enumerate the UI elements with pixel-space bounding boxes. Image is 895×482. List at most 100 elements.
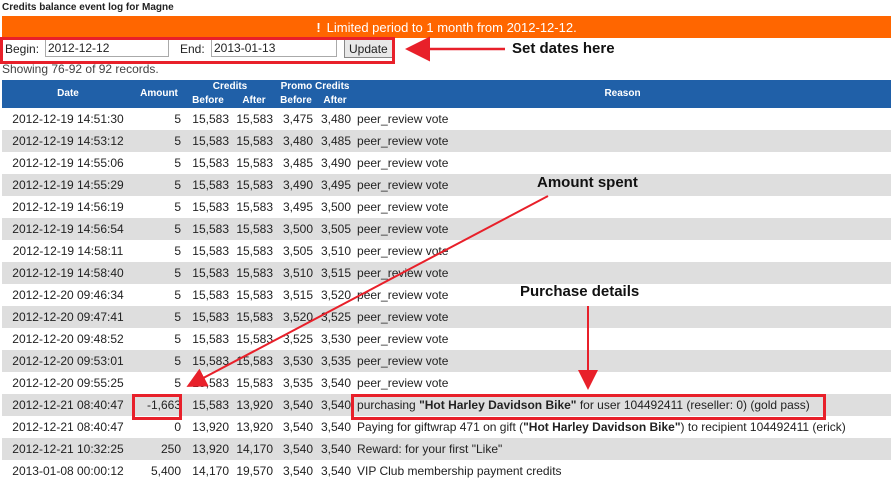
table-row: 2012-12-19 14:56:19 5 15,583 15,583 3,495 3,5…: [2, 196, 891, 218]
cell-credits-before: 15,583: [184, 174, 232, 196]
cell-promo-before: 3,480: [276, 130, 317, 152]
cell-credits-after: 15,583: [236, 244, 274, 258]
cell-amount: 5: [174, 288, 181, 302]
purchase-details-callout: Purchase details: [520, 283, 640, 300]
cell-credits-after: 14,170: [232, 438, 277, 460]
cell-credits-after: 15,583: [236, 332, 274, 346]
date-filter-highlight: [0, 37, 395, 64]
set-dates-callout: Set dates here: [512, 40, 615, 57]
cell-promo-after: 3,500: [320, 200, 352, 214]
cell-credits-before: 13,920: [184, 438, 232, 460]
item-name: "Hot Harley Davidson Bike": [523, 420, 681, 434]
table-row: 2012-12-19 14:55:29 5 15,583 15,583 3,490 3,4…: [2, 174, 892, 196]
cell-credits-after: 15,583: [232, 350, 277, 372]
cell-credits-before: 15,583: [192, 156, 229, 170]
cell-credits-after: 13,920: [232, 394, 277, 416]
cell-amount: 5: [174, 376, 181, 390]
cell-promo-before: 3,495: [282, 200, 314, 214]
cell-amount: 5: [134, 350, 184, 372]
table-row: 2012-12-20 09:47:41 5 15,583 15,583 3,520 3,5…: [2, 306, 892, 328]
cell-credits-after: 15,583: [236, 376, 274, 390]
cell-credits-before: 15,583: [184, 394, 232, 416]
cell-amount: 250: [134, 438, 184, 460]
cell-amount: 5: [134, 218, 184, 240]
cell-date: 2013-01-08 00:00:12: [12, 464, 124, 478]
cell-date: 2012-12-19 14:58:40: [2, 262, 134, 284]
table-row: 2012-12-21 10:32:25 250 13,920 14,170 3,540 3…: [2, 438, 892, 460]
cell-date: 2012-12-19 14:56:19: [12, 200, 124, 214]
cell-reason: peer_review vote: [354, 350, 892, 372]
cell-reason: peer_review vote: [357, 112, 449, 126]
cell-reason: peer_review vote: [357, 156, 449, 170]
cell-reason: peer_review vote: [357, 244, 449, 258]
cell-credits-after: 15,583: [232, 130, 277, 152]
cell-credits-after: 15,583: [236, 156, 274, 170]
cell-promo-after: 3,540: [320, 464, 352, 478]
cell-date: 2012-12-19 14:55:06: [12, 156, 124, 170]
cell-promo-before: 3,540: [276, 438, 317, 460]
cell-date: 2012-12-19 14:56:54: [2, 218, 134, 240]
table-row: 2012-12-20 09:53:01 5 15,583 15,583 3,530 3,5…: [2, 350, 892, 372]
cell-date: 2012-12-19 14:58:11: [12, 244, 124, 258]
cell-date: 2012-12-19 14:51:30: [12, 112, 124, 126]
cell-promo-before: 3,530: [276, 350, 317, 372]
cell-amount: 5: [174, 112, 181, 126]
cell-reason: peer_review vote: [357, 200, 449, 214]
cell-credits-after: 13,920: [236, 420, 274, 434]
table-row: 2012-12-19 14:56:54 5 15,583 15,583 3,500 3,5…: [2, 218, 892, 240]
page-title: Credits balance event log for Magne: [2, 2, 174, 13]
cell-date: 2012-12-20 09:53:01: [2, 350, 134, 372]
cell-reason: peer_review vote: [354, 262, 892, 284]
cell-credits-before: 15,583: [184, 350, 232, 372]
table-row: 2012-12-20 09:48:52 5 15,583 15,583 3,525 3,5…: [2, 328, 891, 350]
cell-promo-before: 3,510: [276, 262, 317, 284]
cell-credits-before: 15,583: [192, 288, 229, 302]
cell-reason: peer_review vote: [354, 218, 892, 240]
warning-exclamation-icon: !: [316, 19, 321, 35]
cell-amount: 5: [134, 262, 184, 284]
cell-promo-after: 3,535: [316, 350, 355, 372]
cell-date: 2012-12-21 08:40:47: [12, 420, 124, 434]
table-row: 2013-01-08 00:00:12 5,400 14,170 19,570 3,54…: [2, 460, 891, 482]
cell-date: 2012-12-20 09:55:25: [12, 376, 124, 390]
cell-amount: 5: [174, 244, 181, 258]
cell-promo-before: 3,540: [282, 464, 314, 478]
cell-promo-before: 3,520: [276, 306, 317, 328]
cell-credits-after: 15,583: [232, 306, 277, 328]
cell-credits-after: 19,570: [236, 464, 274, 478]
cell-credits-after: 15,583: [232, 174, 277, 196]
header-date: Date: [2, 80, 134, 108]
cell-reason: Reward: for your first "Like": [354, 438, 892, 460]
cell-credits-after: 15,583: [236, 288, 274, 302]
cell-promo-after: 3,540: [320, 420, 352, 434]
cell-credits-before: 15,583: [192, 376, 229, 390]
cell-credits-before: 15,583: [184, 218, 232, 240]
cell-date: 2012-12-20 09:47:41: [2, 306, 134, 328]
cell-credits-before: 15,583: [192, 200, 229, 214]
cell-promo-before: 3,475: [282, 112, 314, 126]
cell-amount: 5: [174, 156, 181, 170]
header-credits-after: After: [232, 94, 277, 108]
header-amount: Amount: [134, 80, 184, 108]
table-row: 2012-12-19 14:55:06 5 15,583 15,583 3,485 3,4…: [2, 152, 891, 174]
cell-promo-after: 3,540: [320, 376, 352, 390]
cell-credits-after: 15,583: [232, 262, 277, 284]
cell-date: 2012-12-20 09:48:52: [12, 332, 124, 346]
cell-promo-after: 3,515: [316, 262, 355, 284]
cell-promo-before: 3,525: [282, 332, 314, 346]
cell-credits-before: 15,583: [192, 332, 229, 346]
purchase-details-highlight: [351, 394, 826, 420]
cell-promo-before: 3,540: [282, 420, 314, 434]
cell-date: 2012-12-20 09:46:34: [12, 288, 124, 302]
table-row: 2012-12-19 14:53:12 5 15,583 15,583 3,480 3,4…: [2, 130, 892, 152]
header-promo-before: Before: [276, 94, 317, 108]
cell-date: 2012-12-21 10:32:25: [2, 438, 134, 460]
cell-amount: 5: [134, 306, 184, 328]
header-promo-credits: Promo Credits: [276, 80, 355, 94]
cell-promo-after: 3,495: [316, 174, 355, 196]
table-row: 2012-12-20 09:55:25 5 15,583 15,583 3,535 3,5…: [2, 372, 891, 394]
reason-text: ) to recipient 104492411 (erick): [680, 420, 846, 434]
cell-amount: 5,400: [150, 464, 181, 478]
limit-banner: ! Limited period to 1 month from 2012-12…: [2, 16, 891, 38]
cell-promo-before: 3,500: [276, 218, 317, 240]
